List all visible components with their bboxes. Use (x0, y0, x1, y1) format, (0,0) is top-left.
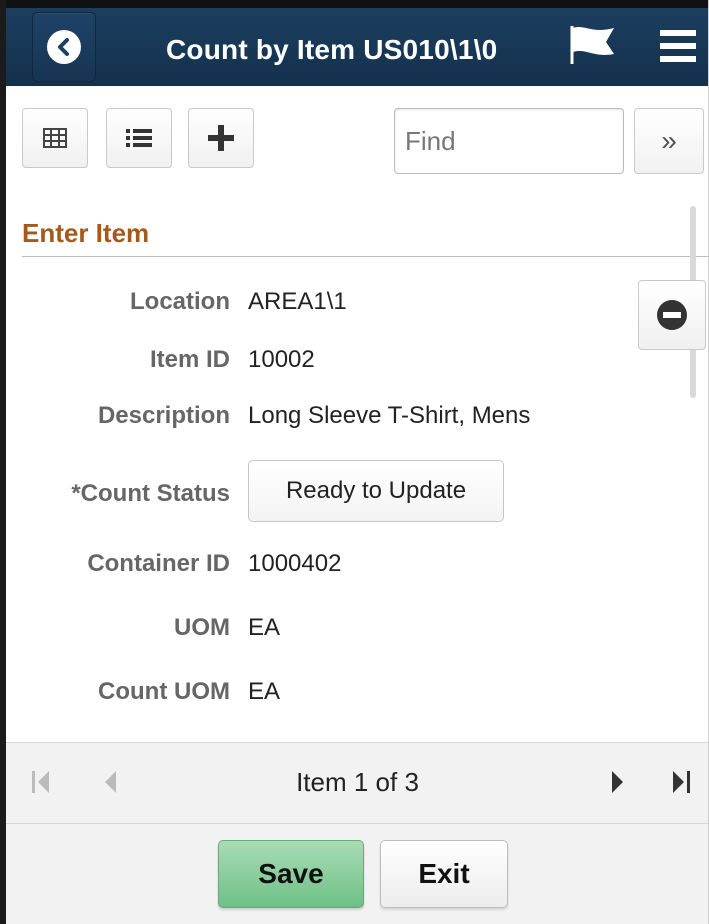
container-id-value: 1000402 (248, 550, 342, 577)
list-view-icon (126, 129, 152, 147)
section-title: Enter Item (22, 218, 150, 248)
double-chevron-right-icon: » (661, 125, 677, 156)
uom-label: UOM (174, 614, 230, 641)
more-button[interactable]: » (634, 108, 704, 174)
pager-bar: Item 1 of 3 (6, 742, 708, 824)
count-uom-label: Count UOM (98, 678, 230, 705)
add-button[interactable] (188, 108, 254, 168)
remove-row-button[interactable] (638, 280, 706, 350)
header-bar: Count by Item US010\1\0 (6, 0, 708, 86)
description-label: Description (97, 402, 230, 429)
flag-icon[interactable] (566, 22, 618, 71)
page-title: Count by Item US010\1\0 (166, 34, 498, 65)
uom-value: EA (248, 614, 281, 641)
hamburger-menu-icon[interactable] (658, 26, 698, 71)
back-button[interactable] (32, 12, 96, 82)
description-value: Long Sleeve T-Shirt, Mens (248, 402, 531, 429)
location-label: Location (130, 288, 230, 315)
item-id-value: 10002 (248, 346, 315, 373)
pager-status: Item 1 of 3 (296, 767, 419, 797)
toolbar: » (6, 86, 708, 186)
minus-circle-icon (657, 300, 687, 330)
count-status-label: *Count Status (71, 480, 230, 507)
next-page-icon[interactable] (610, 769, 626, 800)
item-id-label: Item ID (149, 346, 230, 373)
save-button[interactable]: Save (218, 840, 364, 908)
container-id-label: Container ID (87, 550, 230, 577)
page: Count by Item US010\1\0 Find » Enter Ite… (0, 0, 709, 924)
plus-icon (208, 125, 234, 151)
count-uom-value: EA (248, 678, 281, 705)
find-input[interactable] (394, 108, 624, 174)
grid-view-icon (43, 128, 67, 148)
list-view-button[interactable] (106, 108, 172, 168)
chevron-left-icon (47, 30, 81, 64)
section-divider (22, 256, 708, 257)
count-status-button[interactable]: Ready to Update (248, 460, 504, 522)
footer-bar: Save Exit (6, 824, 708, 924)
last-page-icon[interactable] (670, 769, 692, 800)
grid-view-button[interactable] (22, 108, 88, 168)
location-value: AREA1\1 (248, 288, 347, 315)
exit-button[interactable]: Exit (380, 840, 508, 908)
